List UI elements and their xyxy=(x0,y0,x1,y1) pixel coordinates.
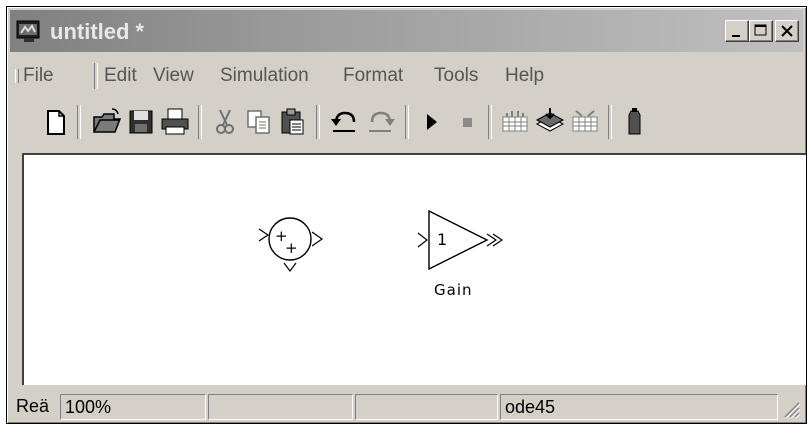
paste-button[interactable] xyxy=(276,105,310,139)
toolbar-separator xyxy=(316,105,320,139)
zoom-level: 100% xyxy=(60,394,206,420)
simulink-model-window: untitled * File Edit View Simulation For… xyxy=(6,6,807,424)
save-button[interactable] xyxy=(124,105,158,139)
open-button[interactable] xyxy=(90,105,124,139)
menu-edit-label: Edit xyxy=(104,65,137,86)
close-button[interactable] xyxy=(775,20,799,42)
solver-name: ode45 xyxy=(500,394,778,420)
floppy-disk-icon xyxy=(129,110,153,134)
update-diagram-button[interactable] xyxy=(533,105,567,139)
play-icon xyxy=(427,114,437,130)
new-document-icon xyxy=(47,110,65,135)
menu-simulation[interactable]: Simulation xyxy=(220,65,309,87)
menu-view-label: View xyxy=(153,65,194,86)
minimize-button[interactable] xyxy=(725,20,749,42)
menu-format-label: Format xyxy=(343,65,404,86)
menu-tools[interactable]: Tools xyxy=(434,65,478,87)
maximize-button[interactable] xyxy=(749,20,773,42)
simulink-app-icon xyxy=(16,18,42,44)
start-simulation-button[interactable] xyxy=(414,105,448,139)
menu-file-label: File xyxy=(23,65,54,86)
stop-simulation-button[interactable] xyxy=(450,105,484,139)
menu-view[interactable]: View xyxy=(153,65,194,87)
window-title: untitled * xyxy=(50,19,145,44)
menu-bar: File Edit View Simulation Format Tools H… xyxy=(10,55,803,93)
new-model-button[interactable] xyxy=(38,105,72,139)
menu-file[interactable]: File xyxy=(23,65,54,87)
sum-sign-2: + xyxy=(285,239,298,257)
build-button[interactable] xyxy=(498,105,532,139)
menu-edit[interactable]: Edit xyxy=(104,65,137,87)
menu-tools-label: Tools xyxy=(434,65,479,86)
sum-block[interactable]: + + xyxy=(256,205,324,282)
status-text: Reä xyxy=(16,396,50,416)
open-folder-icon xyxy=(93,108,122,133)
layers-icon xyxy=(535,108,565,132)
redo-icon xyxy=(369,111,395,132)
subsystem-icon xyxy=(572,110,598,132)
model-canvas[interactable]: + + 1 Gain xyxy=(22,153,806,385)
toolbar-separator xyxy=(405,105,409,139)
status-bar: Reä 100% ode45 xyxy=(10,391,803,421)
menu-help-label: Help xyxy=(505,65,545,86)
status-pane-3 xyxy=(355,394,498,420)
redo-button[interactable] xyxy=(364,105,398,139)
undo-button[interactable] xyxy=(328,105,362,139)
cut-button[interactable] xyxy=(208,105,242,139)
printer-icon xyxy=(161,108,189,135)
build-subsystem-button[interactable] xyxy=(568,105,602,139)
copy-button[interactable] xyxy=(242,105,276,139)
menu-format[interactable]: Format xyxy=(343,65,403,87)
toolbar-separator xyxy=(608,105,612,139)
toolbar-separator xyxy=(77,105,81,139)
stop-icon xyxy=(463,118,472,127)
menu-separator xyxy=(94,63,98,89)
menu-help[interactable]: Help xyxy=(505,65,544,87)
build-icon xyxy=(502,111,528,132)
gain-value: 1 xyxy=(437,230,447,249)
print-button[interactable] xyxy=(158,105,192,139)
toolbar-separator xyxy=(488,105,492,139)
menu-simulation-label: Simulation xyxy=(220,65,309,86)
toolbar xyxy=(10,95,803,153)
library-browser-icon xyxy=(628,108,641,135)
toolbar-separator xyxy=(198,105,202,139)
menu-grip xyxy=(15,69,19,83)
status-pane-2 xyxy=(208,394,353,420)
copy-icon xyxy=(247,110,270,134)
undo-icon xyxy=(331,111,356,132)
library-browser-button[interactable] xyxy=(618,105,652,139)
gain-block[interactable]: 1 xyxy=(416,209,508,280)
resize-grip-icon[interactable] xyxy=(779,397,801,419)
paste-clipboard-icon xyxy=(281,108,304,135)
scissors-icon xyxy=(216,109,234,134)
gain-block-label[interactable]: Gain xyxy=(434,281,473,299)
title-bar[interactable]: untitled * xyxy=(10,10,803,52)
